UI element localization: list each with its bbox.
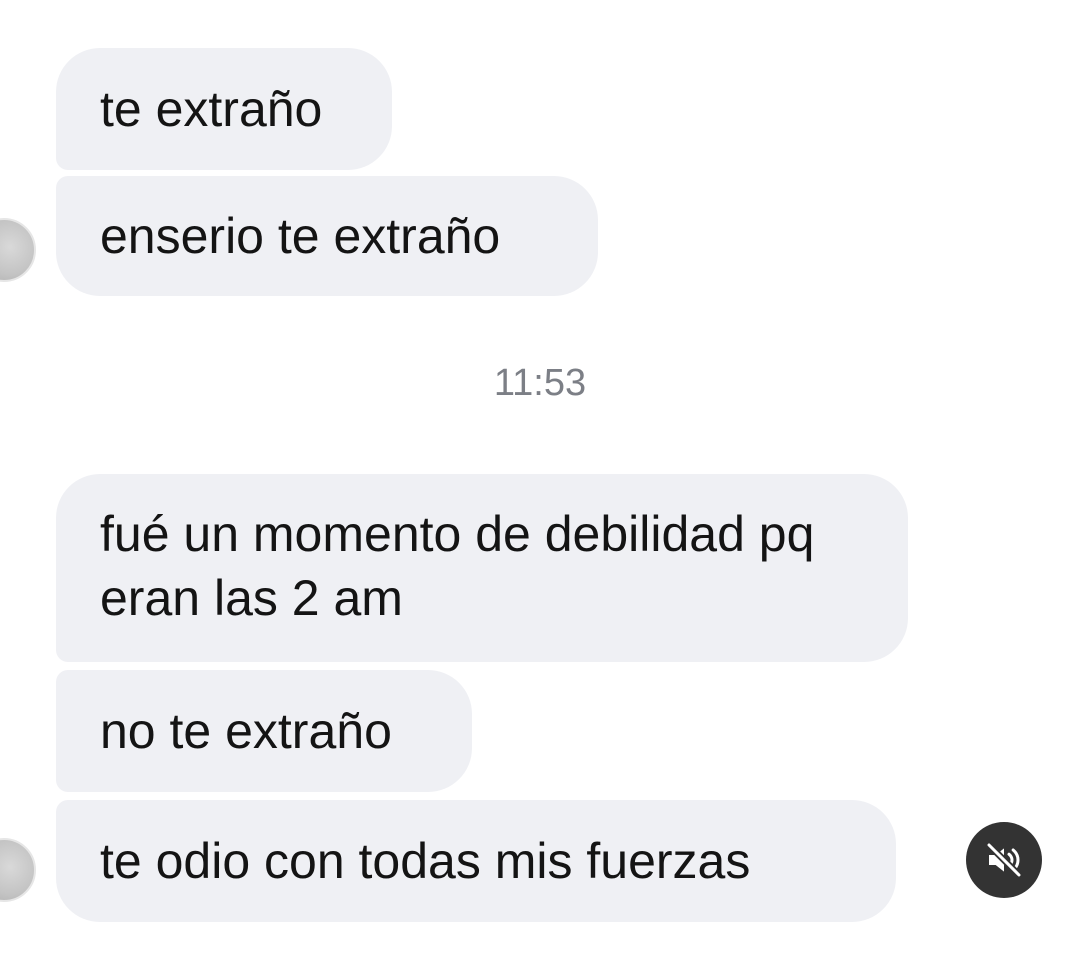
avatar[interactable] <box>0 218 36 282</box>
message-timestamp: 11:53 <box>493 362 587 404</box>
message-bubble: enserio te extraño <box>56 176 598 296</box>
message-bubble: te odio con todas mis fuerzas <box>56 800 896 922</box>
message-bubble: te extraño <box>56 48 392 170</box>
avatar[interactable] <box>0 838 36 902</box>
message-bubble: fué un momento de debilidad pq eran las … <box>56 474 908 662</box>
speaker-muted-icon <box>985 841 1023 879</box>
mute-button[interactable] <box>966 822 1042 898</box>
message-bubble: no te extraño <box>56 670 472 792</box>
chat-screen: te extraño enserio te extraño 11:53 fué … <box>0 0 1080 956</box>
